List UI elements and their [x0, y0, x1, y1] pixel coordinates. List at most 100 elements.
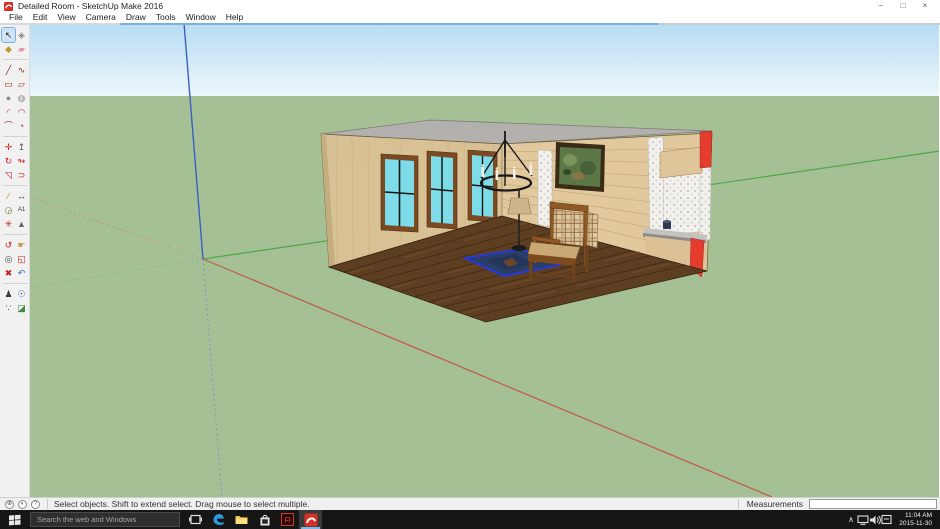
menu-item-window[interactable]: Window — [181, 12, 221, 23]
scale-icon: ◹ — [5, 170, 12, 180]
tool-axes[interactable]: ✳ — [2, 217, 15, 231]
tool-rotated-rectangle[interactable]: ▱ — [15, 77, 28, 91]
taskbar-app-task-view[interactable] — [184, 510, 207, 529]
lamp-base — [512, 245, 527, 251]
tool-walk[interactable]: ∵ — [2, 301, 15, 315]
minimize-button[interactable]: – — [870, 0, 892, 12]
window-1[interactable] — [381, 154, 418, 232]
tool-zoom-window[interactable]: ◱ — [15, 252, 28, 266]
credits-icon[interactable]: ◐ — [18, 500, 27, 509]
tool-section-plane[interactable]: ◪ — [15, 301, 28, 315]
cup-on-shelf[interactable] — [663, 220, 671, 229]
tool-rotate[interactable]: ↻ — [2, 154, 15, 168]
tool-pan[interactable]: ☛ — [15, 238, 28, 252]
toolbar-divider — [3, 185, 27, 186]
tool-zoom-extents[interactable]: ✖ — [2, 266, 15, 280]
tool-eraser[interactable]: ▰ — [15, 42, 28, 56]
tool-look-around[interactable]: ☉ — [15, 287, 28, 301]
tool-line[interactable]: ╱ — [2, 63, 15, 77]
menu-item-help[interactable]: Help — [221, 12, 248, 23]
windows-taskbar: Fl ∧ 11:04 AM — [0, 510, 940, 529]
help-icon[interactable]: ? — [31, 500, 40, 509]
tool-polygon[interactable]: ◍ — [15, 91, 28, 105]
tool-rectangle[interactable]: ▭ — [2, 77, 15, 91]
tray-chevron-icon[interactable]: ∧ — [845, 510, 857, 529]
tool-circle[interactable]: ● — [2, 91, 15, 105]
rotated-rectangle-icon: ▱ — [18, 79, 25, 89]
tool-select[interactable]: ↖ — [2, 28, 15, 42]
taskbar-app-flash[interactable]: Fl — [276, 510, 299, 529]
action-center-icon[interactable] — [881, 514, 892, 525]
protractor-icon: ◶ — [5, 205, 13, 215]
tool-three-d-text[interactable]: ▲ — [15, 217, 28, 231]
axes-icon: ✳ — [5, 219, 13, 229]
network-icon[interactable] — [857, 515, 869, 525]
tool-arc[interactable]: ◜ — [2, 105, 15, 119]
walk-icon: ∵ — [6, 303, 12, 313]
tool-follow-me[interactable]: ↬ — [15, 154, 28, 168]
taskbar-search[interactable] — [30, 512, 180, 527]
tool-push-pull[interactable]: ↥ — [15, 140, 28, 154]
tool-paint-bucket[interactable]: ◆ — [2, 42, 15, 56]
task-view-icon — [189, 514, 202, 525]
toolbar-divider — [3, 283, 27, 284]
tool-freehand[interactable]: ∿ — [15, 63, 28, 77]
sketchup-taskbar-icon — [304, 513, 318, 527]
fireplace-alcove[interactable] — [643, 131, 712, 277]
menu-item-camera[interactable]: Camera — [81, 12, 121, 23]
tool-two-point-arc[interactable]: ◠ — [15, 105, 28, 119]
eraser-icon: ▰ — [18, 44, 25, 54]
taskbar-clock[interactable]: 11:04 AM 2015-11-30 — [892, 511, 936, 528]
taskbar-app-sketchup[interactable] — [299, 510, 322, 529]
volume-icon[interactable] — [869, 515, 881, 525]
flash-icon: Fl — [281, 513, 294, 526]
tool-text[interactable]: A1 — [15, 203, 28, 217]
tool-pie[interactable]: ◔ — [15, 119, 28, 133]
drawing-canvas[interactable] — [30, 23, 939, 497]
tool-make-component[interactable]: ◈ — [15, 28, 28, 42]
tool-zoom[interactable]: ◎ — [2, 252, 15, 266]
follow-me-icon: ↬ — [18, 156, 26, 166]
menu-item-tools[interactable]: Tools — [151, 12, 181, 23]
menu-item-file[interactable]: File — [4, 12, 28, 23]
tool-tape-measure[interactable]: ∕ — [2, 189, 15, 203]
svg-text:Fl: Fl — [285, 518, 291, 525]
tool-protractor[interactable]: ◶ — [2, 203, 15, 217]
taskbar-app-file-explorer[interactable] — [230, 510, 253, 529]
three-point-arc-icon: ⌒ — [4, 121, 13, 131]
tool-offset[interactable]: ⊃ — [15, 168, 28, 182]
measurements-input[interactable] — [809, 499, 937, 509]
toolbar-divider — [3, 59, 27, 60]
menu-item-draw[interactable]: Draw — [121, 12, 151, 23]
menu-item-edit[interactable]: Edit — [28, 12, 53, 23]
sketchup-window: Detailed Room - SketchUp Make 2016 – □ ×… — [0, 0, 940, 529]
taskbar-app-store[interactable] — [253, 510, 276, 529]
search-input[interactable] — [31, 515, 179, 524]
window-2[interactable] — [427, 151, 457, 229]
text-icon: A1 — [18, 207, 25, 213]
tool-previous[interactable]: ↶ — [15, 266, 28, 280]
make-component-icon: ◈ — [18, 30, 25, 40]
status-bar: ⊕ ◐ ? Select objects. Shift to extend se… — [0, 497, 940, 510]
start-button[interactable] — [0, 510, 30, 529]
system-tray: ∧ 11:04 AM 2015-11-30 — [845, 510, 940, 529]
measurements-label: Measurements — [738, 499, 809, 509]
clock-time: 11:04 AM — [892, 512, 932, 520]
tool-position-camera[interactable]: ♟ — [2, 287, 15, 301]
arc-icon: ◜ — [7, 107, 11, 117]
tool-move[interactable]: ✛ — [2, 140, 15, 154]
window-title: Detailed Room - SketchUp Make 2016 — [18, 0, 163, 12]
geolocation-icon[interactable]: ⊕ — [5, 500, 14, 509]
tool-orbit[interactable]: ↺ — [2, 238, 15, 252]
two-point-arc-icon: ◠ — [18, 107, 26, 117]
menu-item-view[interactable]: View — [52, 12, 80, 23]
close-button[interactable]: × — [914, 0, 936, 12]
tool-dimensions[interactable]: ↔ — [15, 189, 28, 203]
maximize-button[interactable]: □ — [892, 0, 914, 12]
paint-bucket-icon: ◆ — [5, 44, 12, 54]
wall-picture[interactable] — [555, 142, 605, 192]
push-pull-icon: ↥ — [18, 142, 26, 152]
tool-three-point-arc[interactable]: ⌒ — [2, 119, 15, 133]
taskbar-app-edge[interactable] — [207, 510, 230, 529]
tool-scale[interactable]: ◹ — [2, 168, 15, 182]
